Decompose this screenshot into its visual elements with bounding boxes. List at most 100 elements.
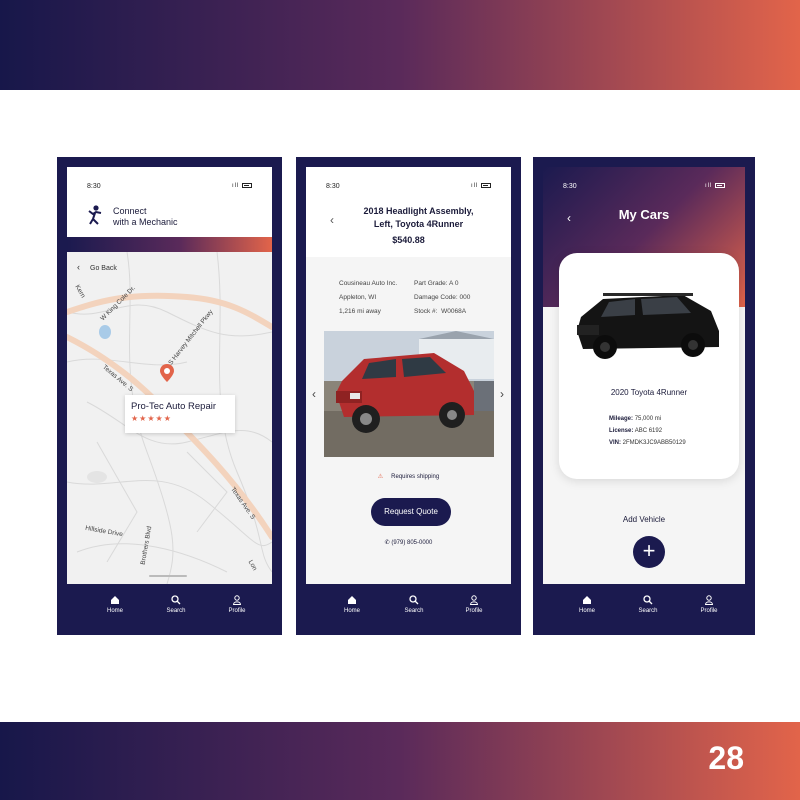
status-bar: 8:30 ıll — [326, 183, 491, 193]
rating-stars: ★★★★★ — [131, 414, 172, 423]
home-icon — [111, 596, 119, 604]
phone-icon: ✆ — [384, 540, 390, 546]
car-specs: Mileage: 75,000 mi License: ABC 6192 VIN… — [609, 413, 686, 449]
header-gradient-band — [0, 0, 800, 90]
seller-name: Cousineau Auto Inc. — [339, 280, 398, 287]
carousel-next-icon[interactable]: › — [500, 387, 504, 401]
part-info: Part Grade: A 0 Damage Code: 000 Stock #… — [414, 277, 470, 319]
signal-battery-icon: ıll — [471, 183, 491, 189]
bottom-nav: Home Search Profile — [57, 591, 282, 625]
home-icon — [348, 596, 356, 604]
nav-profile-label: Profile — [465, 608, 483, 614]
request-quote-button[interactable]: Request Quote — [371, 498, 451, 526]
nav-search[interactable]: Search — [628, 595, 668, 614]
nav-search[interactable]: Search — [156, 595, 196, 614]
my-cars-screen: 8:30 ıll ‹ My Cars 2020 Toyota 4Runner M… — [543, 167, 745, 584]
nav-search-label: Search — [638, 608, 658, 614]
mileage-label: Mileage: — [609, 416, 634, 422]
red-4runner-image — [324, 331, 494, 457]
go-back-link[interactable]: ‹ Go Back — [77, 262, 117, 272]
search-icon — [171, 595, 181, 605]
gradient-divider — [67, 237, 272, 252]
nav-home-label: Home — [343, 608, 360, 614]
status-time: 8:30 — [326, 183, 340, 190]
map-view[interactable]: ‹ Go Back Kern W King Cole Dr. S Harvey M… — [67, 252, 272, 584]
license-label: License: — [609, 428, 634, 434]
nav-search-label: Search — [166, 608, 186, 614]
seller-distance: 1,216 mi away — [339, 308, 381, 315]
nav-home[interactable]: Home — [95, 595, 135, 614]
phone-number[interactable]: ✆ (979) 805-0000 — [306, 539, 511, 546]
search-icon — [643, 595, 653, 605]
mileage-value: 75,000 mi — [634, 416, 662, 422]
back-chevron-icon[interactable]: ‹ — [330, 213, 334, 227]
car-name: 2020 Toyota 4Runner — [610, 388, 688, 397]
part-title-line-1: 2018 Headlight Assembly, — [363, 206, 474, 216]
home-indicator — [149, 575, 187, 577]
status-bar: 8:30 ıll — [563, 183, 725, 193]
add-vehicle-label: Add Vehicle — [622, 515, 666, 524]
stock-number: Stock #: W0068A — [414, 305, 470, 319]
stock-value: W0068A — [441, 308, 467, 315]
nav-profile[interactable]: Profile — [217, 595, 257, 614]
phone-mockup-part-detail: 8:30 ıll ‹ 2018 Headlight Assembly, Left… — [296, 157, 521, 635]
footer-gradient-band — [0, 722, 800, 800]
shop-info-card[interactable]: Pro-Tec Auto Repair ★★★★★ — [125, 395, 235, 433]
nav-home[interactable]: Home — [567, 595, 607, 614]
status-time: 8:30 — [563, 183, 577, 190]
phone-mockup-my-cars: 8:30 ıll ‹ My Cars 2020 Toyota 4Runner M… — [533, 157, 755, 635]
nav-profile[interactable]: Profile — [689, 595, 729, 614]
bottom-nav: Home Search Profile — [533, 591, 755, 625]
status-bar: 8:30 ıll — [87, 183, 252, 193]
go-back-label: Go Back — [90, 265, 117, 272]
search-icon — [409, 595, 419, 605]
part-header: 8:30 ıll ‹ 2018 Headlight Assembly, Left… — [306, 167, 511, 257]
signal-battery-icon: ıll — [705, 183, 725, 189]
page-title: Connect with a Mechanic — [113, 206, 178, 228]
profile-icon — [469, 595, 479, 605]
vin-value: 2FMDK3JC9ABB50129 — [622, 440, 686, 446]
title-line-2: with a Mechanic — [113, 217, 178, 227]
title-line-1: Connect — [113, 206, 147, 216]
shipping-label: Requires shipping — [391, 474, 440, 480]
carousel-prev-icon[interactable]: ‹ — [312, 387, 316, 401]
mechanic-icon — [88, 205, 102, 225]
nav-profile-label: Profile — [228, 608, 246, 614]
page-title: My Cars — [618, 207, 670, 222]
home-icon — [583, 596, 591, 604]
nav-search-label: Search — [404, 608, 424, 614]
mechanic-screen: 8:30 ıll Connect with a Mechanic ‹ Go Ba… — [67, 167, 272, 584]
add-vehicle-button[interactable]: + — [633, 536, 665, 568]
shipping-notice: ⚠ Requires shipping — [306, 473, 511, 480]
seller-info: Cousineau Auto Inc. Appleton, WI 1,216 m… — [339, 277, 397, 319]
damage-code: Damage Code: 000 — [414, 294, 471, 301]
vin-label: VIN: — [609, 440, 621, 446]
car-card[interactable]: 2020 Toyota 4Runner Mileage: 75,000 mi L… — [559, 253, 739, 479]
part-grade: Part Grade: A 0 — [414, 280, 459, 287]
nav-home-label: Home — [578, 608, 595, 614]
phone-mockup-mechanic: 8:30 ıll Connect with a Mechanic ‹ Go Ba… — [57, 157, 282, 635]
nav-home[interactable]: Home — [332, 595, 372, 614]
warning-icon: ⚠ — [377, 474, 384, 480]
chevron-left-icon: ‹ — [77, 262, 80, 272]
profile-icon — [232, 595, 242, 605]
mechanic-header: 8:30 ıll Connect with a Mechanic — [67, 167, 272, 237]
part-detail-screen: 8:30 ıll ‹ 2018 Headlight Assembly, Left… — [306, 167, 511, 584]
black-4runner-image — [577, 293, 719, 359]
car-photo — [324, 331, 494, 457]
status-time: 8:30 — [87, 183, 101, 190]
page-number: 28 — [708, 740, 744, 776]
part-price: $540.88 — [392, 235, 425, 245]
stock-label: Stock #: — [414, 308, 438, 315]
nav-profile-label: Profile — [700, 608, 718, 614]
part-title-line-2: Left, Toyota 4Runner — [373, 219, 464, 229]
license-value: ABC 6192 — [634, 428, 663, 434]
nav-search[interactable]: Search — [394, 595, 434, 614]
seller-location: Appleton, WI — [339, 294, 377, 301]
shop-name: Pro-Tec Auto Repair — [131, 401, 217, 412]
signal-battery-icon: ıll — [232, 183, 252, 189]
location-pin-icon[interactable] — [160, 364, 174, 382]
part-title: 2018 Headlight Assembly, Left, Toyota 4R… — [346, 205, 491, 231]
phone-number-label: (979) 805-0000 — [391, 540, 433, 546]
nav-profile[interactable]: Profile — [454, 595, 494, 614]
